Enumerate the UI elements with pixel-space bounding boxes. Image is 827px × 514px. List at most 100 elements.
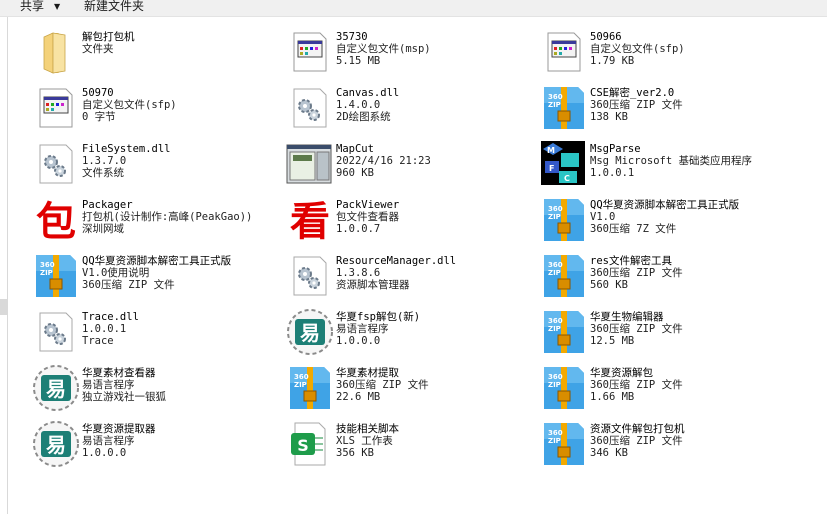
- file-item[interactable]: 易华夏素材查看器 易语言程序 独立游戏社一银狐: [31, 363, 281, 417]
- file-detail-line: 独立游戏社一银狐: [82, 391, 166, 403]
- svg-text:ZIP: ZIP: [548, 101, 561, 109]
- svg-text:360: 360: [548, 373, 563, 381]
- file-name: ResourceManager.dll: [336, 255, 457, 267]
- file-detail-line: V1.0使用说明: [82, 267, 150, 279]
- file-name: Packager: [82, 199, 133, 211]
- file-details: 华夏生物编辑器 360压缩 ZIP 文件 12.5 MB: [590, 311, 790, 347]
- file-detail-line: 1.4.0.0: [336, 99, 381, 111]
- msp-file-icon: [285, 27, 335, 77]
- file-detail-line: 自定义包文件(sfp): [82, 99, 177, 111]
- file-item[interactable]: 易华夏fsp解包(新) 易语言程序 1.0.0.0: [285, 307, 535, 361]
- svg-text:易: 易: [46, 377, 66, 401]
- dll-gear-icon: [31, 139, 81, 189]
- file-item[interactable]: 35730 自定义包文件(msp) 5.15 MB: [285, 27, 535, 81]
- file-item[interactable]: M F C MsgParse Msg Microsoft 基础类应用程序 1.0.0.1: [539, 139, 789, 193]
- 360zip-archive-icon: 360 ZIP: [539, 419, 589, 469]
- file-details: 华夏素材查看器 易语言程序 独立游戏社一银狐: [82, 367, 282, 403]
- file-item[interactable]: 360 ZIP 华夏生物编辑器 360压缩 ZIP 文件 12.5 MB: [539, 307, 789, 361]
- file-name: 华夏fsp解包(新): [336, 311, 421, 323]
- file-name: res文件解密工具: [590, 255, 672, 267]
- file-detail-line: 360压缩 7Z 文件: [590, 223, 677, 235]
- file-item[interactable]: S 技能相关脚本 XLS 工作表 356 KB: [285, 419, 535, 473]
- file-detail-line: 960 KB: [336, 167, 374, 179]
- file-item[interactable]: FileSystem.dll 1.3.7.0 文件系统: [31, 139, 281, 193]
- file-details: FileSystem.dll 1.3.7.0 文件系统: [82, 143, 282, 179]
- navigation-pane[interactable]: [0, 17, 8, 514]
- file-item[interactable]: 360 ZIP res文件解密工具 360压缩 ZIP 文件 560 KB: [539, 251, 789, 305]
- svg-text:360: 360: [548, 429, 563, 437]
- file-name: QQ华夏资源脚本解密工具正式版: [590, 199, 740, 211]
- new-folder-button[interactable]: 新建文件夹: [84, 0, 144, 16]
- file-detail-line: 5.15 MB: [336, 55, 381, 67]
- file-item[interactable]: 解包打包机 文件夹: [31, 27, 281, 81]
- yi-language-icon: 易: [31, 419, 81, 469]
- file-item[interactable]: 50970 自定义包文件(sfp) 0 字节: [31, 83, 281, 137]
- svg-text:360: 360: [548, 317, 563, 325]
- file-name: 35730: [336, 31, 368, 43]
- file-details: Trace.dll 1.0.0.1 Trace: [82, 311, 282, 347]
- dll-gear-icon: [285, 83, 335, 133]
- file-item[interactable]: 360 ZIP QQ华夏资源脚本解密工具正式版 V1.0使用说明 360压缩 ZIP 文…: [31, 251, 281, 305]
- file-detail-line: 2D绘图系统: [336, 111, 391, 123]
- svg-text:ZIP: ZIP: [548, 269, 561, 277]
- file-detail-line: 自定义包文件(sfp): [590, 43, 685, 55]
- file-detail-line: 资源脚本管理器: [336, 279, 410, 291]
- file-item[interactable]: 360 ZIP QQ华夏资源脚本解密工具正式版 V1.0 360压缩 7Z 文件: [539, 195, 789, 249]
- file-detail-line: Msg Microsoft 基础类应用程序: [590, 155, 753, 167]
- svg-text:M: M: [547, 146, 555, 155]
- msgparse-mfc-icon: MF C: [539, 139, 589, 189]
- file-item[interactable]: 包 Packager 打包机(设计制作:高峰(PeakGao)) 深圳网域: [31, 195, 281, 249]
- file-item[interactable]: 看 PackViewer 包文件查看器 1.0.0.7: [285, 195, 535, 249]
- navigation-selection[interactable]: [0, 299, 8, 315]
- yi-language-icon: 易: [285, 307, 335, 357]
- mapcut-app-icon: [285, 139, 335, 189]
- file-item[interactable]: Trace.dll 1.0.0.1 Trace: [31, 307, 281, 361]
- file-item[interactable]: 360 ZIP 华夏资源解包 360压缩 ZIP 文件 1.66 MB: [539, 363, 789, 417]
- file-detail-line: 打包机(设计制作:高峰(PeakGao)): [82, 211, 253, 223]
- file-item[interactable]: MapCut 2022/4/16 21:23 960 KB: [285, 139, 535, 193]
- file-name: 解包打包机: [82, 31, 135, 43]
- file-detail-line: 自定义包文件(msp): [336, 43, 431, 55]
- file-detail-line: 1.66 MB: [590, 391, 635, 403]
- file-details: Canvas.dll 1.4.0.0 2D绘图系统: [336, 87, 536, 123]
- svg-text:ZIP: ZIP: [548, 213, 561, 221]
- file-detail-line: 2022/4/16 21:23: [336, 155, 431, 167]
- svg-text:易: 易: [46, 433, 66, 457]
- file-name: CSE解密_ver2.0: [590, 87, 675, 99]
- file-name: QQ华夏资源脚本解密工具正式版: [82, 255, 232, 267]
- file-item[interactable]: 易华夏资源提取器 易语言程序 1.0.0.0: [31, 419, 281, 473]
- file-detail-line: V1.0: [590, 211, 616, 223]
- file-detail-line: 360压缩 ZIP 文件: [336, 379, 429, 391]
- file-item[interactable]: ResourceManager.dll 1.3.8.6 资源脚本管理器: [285, 251, 535, 305]
- file-detail-line: 360压缩 ZIP 文件: [590, 267, 683, 279]
- svg-text:ZIP: ZIP: [40, 269, 53, 277]
- svg-text:C: C: [564, 174, 570, 183]
- 360zip-archive-icon: 360 ZIP: [539, 307, 589, 357]
- file-detail-line: 1.0.0.1: [82, 323, 127, 335]
- file-details: MsgParse Msg Microsoft 基础类应用程序 1.0.0.1: [590, 143, 790, 179]
- svg-text:ZIP: ZIP: [294, 381, 307, 389]
- file-details: CSE解密_ver2.0 360压缩 ZIP 文件 138 KB: [590, 87, 790, 123]
- file-detail-line: 138 KB: [590, 111, 628, 123]
- file-name: 华夏资源提取器: [82, 423, 156, 435]
- file-name: MapCut: [336, 143, 374, 155]
- explorer-toolbar: 共享 ▼ 新建文件夹: [0, 0, 827, 17]
- file-item[interactable]: 360 ZIP CSE解密_ver2.0 360压缩 ZIP 文件 138 KB: [539, 83, 789, 137]
- file-item[interactable]: 360 ZIP 资源文件解包打包机 360压缩 ZIP 文件 346 KB: [539, 419, 789, 473]
- file-detail-line: 文件系统: [82, 167, 124, 179]
- file-item[interactable]: Canvas.dll 1.4.0.0 2D绘图系统: [285, 83, 535, 137]
- file-detail-line: 22.6 MB: [336, 391, 381, 403]
- svg-text:360: 360: [294, 373, 309, 381]
- svg-text:ZIP: ZIP: [548, 437, 561, 445]
- share-button[interactable]: 共享 ▼: [20, 0, 60, 16]
- file-detail-line: 1.0.0.7: [336, 223, 381, 235]
- file-detail-line: 易语言程序: [82, 435, 135, 447]
- kan-character-icon: 看: [285, 195, 335, 245]
- file-item[interactable]: 360 ZIP 华夏素材提取 360压缩 ZIP 文件 22.6 MB: [285, 363, 535, 417]
- file-details: 技能相关脚本 XLS 工作表 356 KB: [336, 423, 536, 459]
- file-details: 华夏资源解包 360压缩 ZIP 文件 1.66 MB: [590, 367, 790, 403]
- file-detail-line: 360压缩 ZIP 文件: [590, 99, 683, 111]
- svg-text:易: 易: [300, 321, 320, 345]
- file-item[interactable]: 50966 自定义包文件(sfp) 1.79 KB: [539, 27, 789, 81]
- 360zip-archive-icon: 360 ZIP: [539, 195, 589, 245]
